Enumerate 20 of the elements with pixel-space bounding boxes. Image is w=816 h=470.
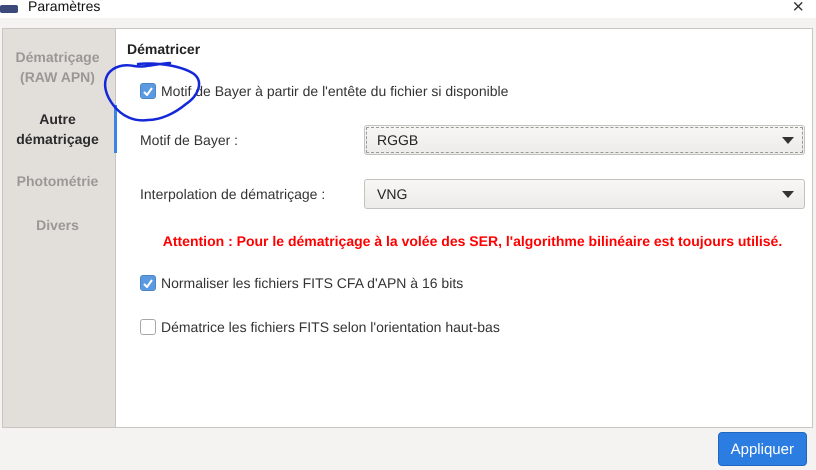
field-label: Motif de Bayer : — [140, 132, 240, 148]
dropdown[interactable]: RGGB — [364, 125, 805, 155]
checkbox[interactable] — [140, 83, 156, 99]
checkbox-label: Normaliser les fichiers FITS CFA d'APN à 16 bits — [161, 275, 464, 291]
warning-text: Attention : Pour le dématriçage à la volée des SER, l'algorithme bilinéaire est toujours utilisé. — [162, 233, 784, 249]
checkbox-label: Dématrice les fichiers FITS selon l'orientation haut-bas — [161, 319, 500, 335]
caret-icon — [782, 136, 794, 144]
caret-icon — [782, 190, 794, 198]
apply-button[interactable]: Appliquer — [718, 432, 807, 466]
field-label: Interpolation de dématriçage : — [140, 186, 326, 202]
sidebar-item[interactable]: Autre dématriçage — [3, 105, 117, 153]
checkbox[interactable] — [140, 275, 156, 291]
close-button[interactable]: × — [792, 0, 804, 17]
dropdown[interactable]: VNG — [364, 179, 805, 209]
check-icon — [143, 278, 153, 288]
window-title: Paramètres — [28, 0, 100, 14]
checkbox[interactable] — [140, 319, 156, 335]
section-heading: Dématricer — [127, 40, 202, 59]
check-icon — [143, 86, 153, 96]
app-icon — [0, 3, 20, 15]
